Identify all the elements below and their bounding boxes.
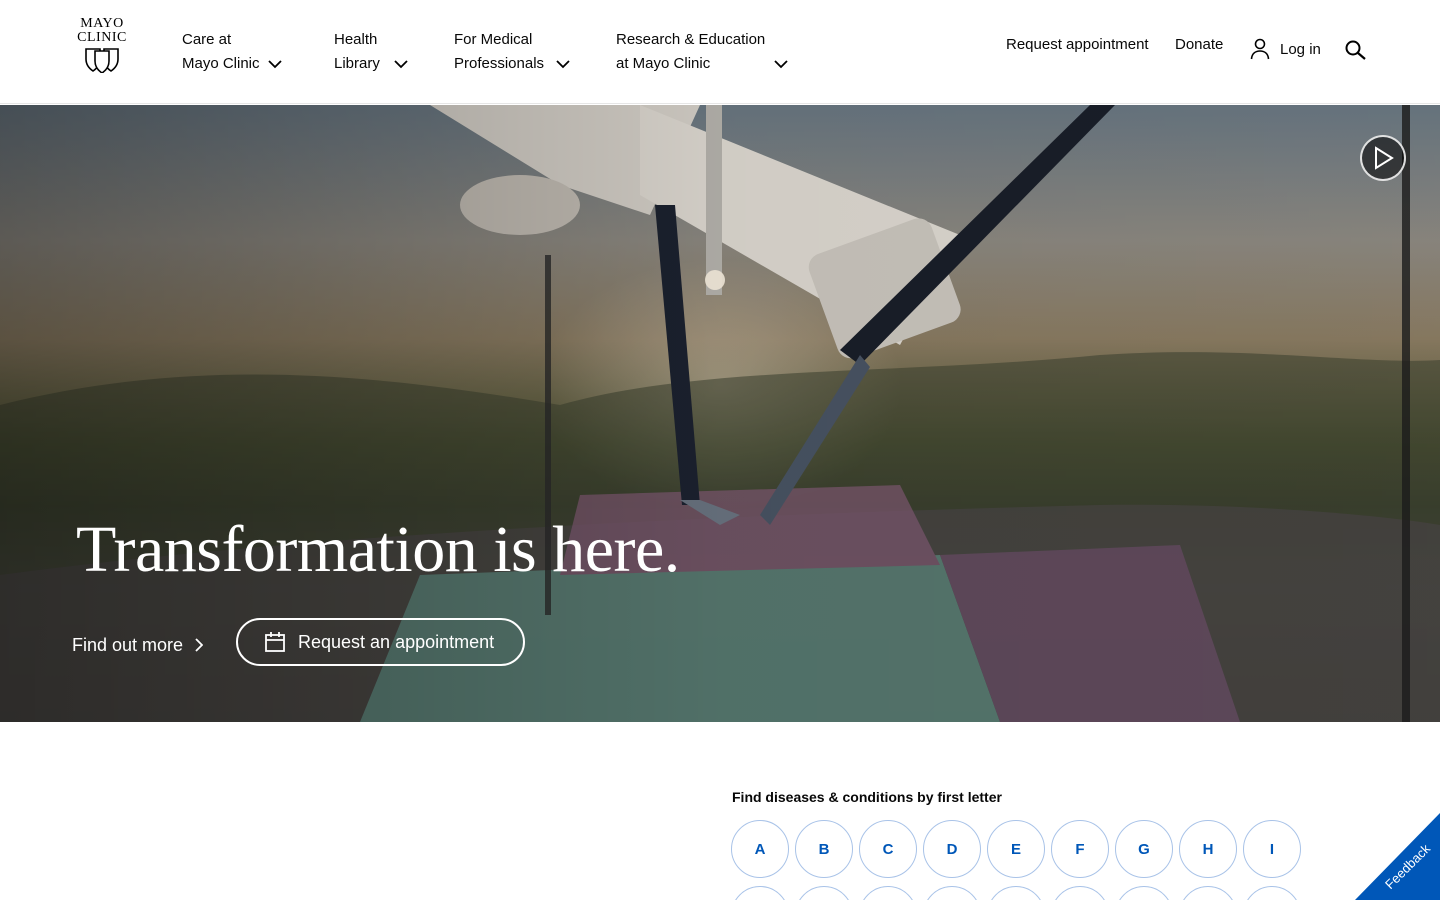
letter-d-button[interactable]: D — [923, 820, 981, 878]
letter-a-button[interactable]: A — [731, 820, 789, 878]
nav-label-line2: at Mayo Clinic — [612, 52, 792, 76]
nav-label-text: Mayo Clinic — [182, 55, 260, 72]
letter-h-button[interactable]: H — [1179, 820, 1237, 878]
nav-label-line2: Library — [330, 52, 412, 76]
letter-button-row2[interactable] — [1179, 886, 1237, 900]
feedback-tab[interactable]: Feedback — [1355, 813, 1440, 900]
letter-g-button[interactable]: G — [1115, 820, 1173, 878]
find-out-more-link[interactable]: Find out more — [68, 630, 207, 660]
play-icon — [1375, 146, 1394, 170]
nav-label-line1: For Medical — [454, 31, 533, 48]
hero-overlay — [0, 105, 1440, 722]
letter-button-row2[interactable] — [1051, 886, 1109, 900]
letter-button-row2[interactable] — [795, 886, 853, 900]
request-an-appointment-button[interactable]: Request an appointment — [236, 618, 525, 666]
play-video-button[interactable] — [1360, 135, 1406, 181]
donate-link[interactable]: Donate — [1175, 36, 1223, 53]
logo-line-2: CLINIC — [77, 30, 127, 45]
nav-health-library[interactable]: Health Library — [330, 28, 412, 76]
hero-title: Transformation is here. — [76, 513, 680, 586]
letter-c-button[interactable]: C — [859, 820, 917, 878]
letter-button-row2[interactable] — [859, 886, 917, 900]
shields-icon — [85, 48, 119, 73]
nav-label-text: Library — [334, 55, 380, 72]
request-an-appointment-label: Request an appointment — [298, 631, 495, 652]
chevron-down-icon — [267, 59, 282, 68]
login-link[interactable]: Log in — [1250, 38, 1321, 60]
logo-line-1: MAYO — [80, 16, 124, 31]
nav-label-line1: Care at — [182, 31, 232, 48]
letter-button-row2[interactable] — [1115, 886, 1173, 900]
letter-button-row2[interactable] — [987, 886, 1045, 900]
search-icon — [1345, 40, 1366, 60]
chevron-down-icon — [394, 59, 408, 68]
nav-label-line2: Professionals — [450, 52, 574, 76]
request-appointment-label: Request appointment — [1006, 36, 1149, 53]
site-header: MAYO CLINIC Care at Mayo Clinic Health L… — [0, 0, 1440, 104]
letter-button-row2[interactable] — [923, 886, 981, 900]
letter-e-button[interactable]: E — [987, 820, 1045, 878]
chevron-right-icon — [195, 638, 204, 652]
nav-label-text: at Mayo Clinic — [616, 55, 711, 72]
nav-label-text: Professionals — [454, 55, 545, 72]
letter-button-row2[interactable] — [731, 886, 789, 900]
letter-b-button[interactable]: B — [795, 820, 853, 878]
nav-label-line1: Research & Education — [616, 31, 766, 48]
chevron-down-icon — [556, 59, 570, 68]
nav-label-line2: Mayo Clinic — [178, 52, 286, 76]
nav-care-at-mayo-clinic[interactable]: Care at Mayo Clinic — [178, 28, 286, 76]
user-icon — [1250, 38, 1270, 60]
request-appointment-link[interactable]: Request appointment — [1006, 36, 1149, 53]
skip-to-content-link[interactable] — [0, 0, 26, 103]
calendar-icon — [265, 632, 285, 652]
search-button[interactable] — [1345, 40, 1367, 60]
az-section-title: Find diseases & conditions by first lett… — [732, 789, 1002, 805]
mayo-clinic-logo[interactable]: MAYO CLINIC — [70, 17, 134, 81]
hero-banner: Transformation is here. Find out more Re… — [0, 105, 1440, 722]
nav-research-education[interactable]: Research & Education at Mayo Clinic — [612, 28, 792, 76]
nav-label-line1: Health — [334, 31, 378, 48]
letter-f-button[interactable]: F — [1051, 820, 1109, 878]
chevron-down-icon — [774, 59, 788, 68]
donate-label: Donate — [1175, 36, 1224, 53]
login-label: Log in — [1280, 40, 1321, 58]
letter-i-button[interactable]: I — [1243, 820, 1301, 878]
nav-for-medical-professionals[interactable]: For Medical Professionals — [450, 28, 574, 76]
find-out-more-label: Find out more — [72, 634, 184, 655]
letter-button-row2[interactable] — [1243, 886, 1301, 900]
